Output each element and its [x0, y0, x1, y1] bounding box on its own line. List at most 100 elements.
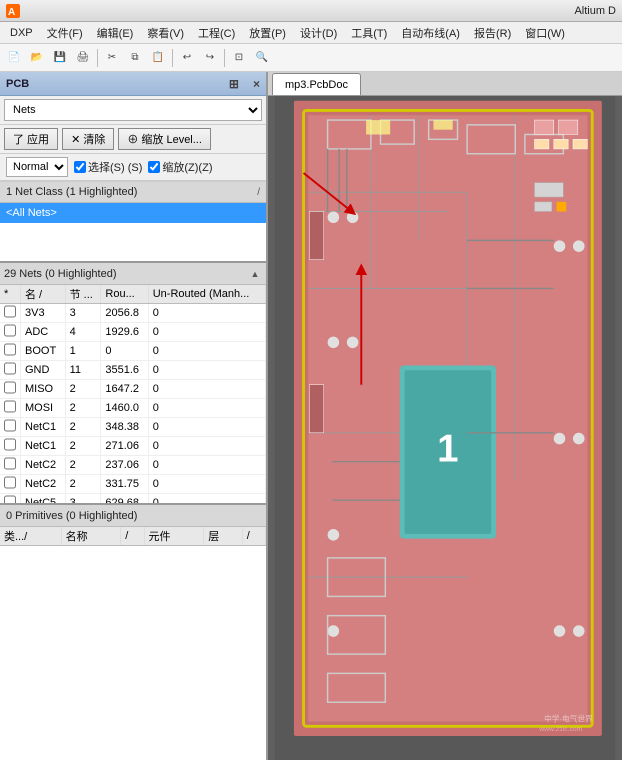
net-cell-unrouted: 0	[148, 418, 265, 437]
net-table-row[interactable]: NetC1 2 271.06 0	[0, 437, 266, 456]
panel-buttons-row: 了 应用 ✕ 清除 ⊕ 缩放 Level...	[0, 125, 266, 154]
toolbar-zoom-fit-btn[interactable]: ⊡	[228, 47, 250, 69]
net-table-row[interactable]: ADC 4 1929.6 0	[0, 323, 266, 342]
net-class-item-allnets[interactable]: <All Nets>	[0, 203, 266, 223]
menu-autoroute[interactable]: 自动布线(A)	[395, 23, 466, 43]
net-cell-name: MISO	[21, 380, 66, 399]
primitives-header: 0 Primitives (0 Highlighted)	[0, 505, 266, 527]
net-table-row[interactable]: MISO 2 1647.2 0	[0, 380, 266, 399]
net-cell-name: NetC2	[21, 475, 66, 494]
apply-button[interactable]: 了 应用	[4, 128, 58, 150]
net-table-row[interactable]: GND 11 3551.6 0	[0, 361, 266, 380]
toolbar-paste-btn[interactable]: 📋	[147, 47, 169, 69]
net-cell-check[interactable]	[0, 475, 21, 494]
panel-type-select[interactable]: Nets Components Layers	[4, 99, 262, 121]
net-cell-nodes: 2	[65, 380, 101, 399]
net-cell-nodes: 4	[65, 323, 101, 342]
select-checkbox-label[interactable]: 选择(S) (S)	[74, 159, 142, 175]
net-table-row[interactable]: 3V3 3 2056.8 0	[0, 304, 266, 323]
menu-tools[interactable]: 工具(T)	[345, 23, 393, 43]
nets-scroll-up[interactable]: ▲	[248, 269, 262, 279]
col-nodes: 节 ...	[65, 285, 101, 304]
net-cell-check[interactable]	[0, 342, 21, 361]
toolbar-copy-btn[interactable]: ⧉	[124, 47, 146, 69]
toolbar-print-btn[interactable]: 🖨	[72, 47, 94, 69]
zoom-level-button[interactable]: ⊕ 缩放 Level...	[118, 128, 211, 150]
net-cell-check[interactable]	[0, 380, 21, 399]
panel-title-bar: PCB ⊞ ×	[0, 72, 266, 96]
menu-dxp[interactable]: DXP	[4, 25, 39, 41]
prim-col-name: 名称	[61, 527, 121, 546]
nets-table-wrapper[interactable]: * 名 / 节 ... Rou... Un-Routed (Manh... 3V…	[0, 285, 266, 505]
menu-project[interactable]: 工程(C)	[192, 23, 241, 43]
net-cell-routed: 331.75	[101, 475, 148, 494]
menu-view[interactable]: 察看(V)	[141, 23, 190, 43]
svg-text:A: A	[8, 7, 15, 18]
toolbar-new-btn[interactable]: 📄	[3, 47, 25, 69]
net-cell-routed: 348.38	[101, 418, 148, 437]
toolbar-undo-btn[interactable]: ↩	[176, 47, 198, 69]
toolbar-zoom-in-btn[interactable]: 🔍	[251, 47, 273, 69]
tab-pcbdoc[interactable]: mp3.PcbDoc	[272, 73, 361, 95]
net-cell-nodes: 2	[65, 475, 101, 494]
net-table-row[interactable]: NetC2 2 237.06 0	[0, 456, 266, 475]
menu-reports[interactable]: 报告(R)	[468, 23, 517, 43]
primitives-table: 类.../ 名称 / 元件 层 /	[0, 527, 266, 546]
mode-select[interactable]: Normal Mask Dim	[6, 157, 68, 177]
panel-close-btn[interactable]: ×	[253, 77, 260, 91]
primitives-table-wrapper[interactable]: 类.../ 名称 / 元件 层 /	[0, 527, 266, 760]
net-cell-name: NetC1	[21, 437, 66, 456]
menu-bar: DXP 文件(F) 编辑(E) 察看(V) 工程(C) 放置(P) 设计(D) …	[0, 22, 622, 44]
toolbar-save-btn[interactable]: 💾	[49, 47, 71, 69]
net-cell-nodes: 1	[65, 342, 101, 361]
nets-header-text: 29 Nets (0 Highlighted)	[4, 268, 117, 280]
net-table-row[interactable]: MOSI 2 1460.0 0	[0, 399, 266, 418]
toolbar-redo-btn[interactable]: ↪	[199, 47, 221, 69]
menu-file[interactable]: 文件(F)	[41, 23, 89, 43]
panel-pin-btn[interactable]: ⊞	[229, 77, 239, 91]
menu-edit[interactable]: 编辑(E)	[91, 23, 140, 43]
prim-col-slash: /	[121, 527, 144, 546]
net-cell-routed: 0	[101, 342, 148, 361]
net-cell-name: 3V3	[21, 304, 66, 323]
net-cell-unrouted: 0	[148, 399, 265, 418]
col-name: 名 /	[21, 285, 66, 304]
net-cell-unrouted: 0	[148, 437, 265, 456]
primitives-table-header-row: 类.../ 名称 / 元件 层 /	[0, 527, 266, 546]
main-layout: PCB ⊞ × Nets Components Layers 了 应用 ✕ 清除…	[0, 72, 622, 760]
select-checkbox[interactable]	[74, 161, 86, 173]
prim-col-layer: 层	[204, 527, 243, 546]
net-cell-routed: 237.06	[101, 456, 148, 475]
net-cell-unrouted: 0	[148, 361, 265, 380]
net-cell-check[interactable]	[0, 418, 21, 437]
toolbar-cut-btn[interactable]: ✂	[101, 47, 123, 69]
net-cell-name: NetC2	[21, 456, 66, 475]
net-cell-check[interactable]	[0, 304, 21, 323]
net-cell-unrouted: 0	[148, 323, 265, 342]
zoom-checkbox-label[interactable]: 缩放(Z)(Z)	[148, 159, 212, 175]
menu-place[interactable]: 放置(P)	[243, 23, 292, 43]
menu-design[interactable]: 设计(D)	[294, 23, 343, 43]
clear-button[interactable]: ✕ 清除	[62, 128, 114, 150]
net-table-row[interactable]: NetC2 2 331.75 0	[0, 475, 266, 494]
pcb-canvas: 1	[268, 96, 622, 760]
toolbar-open-btn[interactable]: 📂	[26, 47, 48, 69]
net-cell-check[interactable]	[0, 494, 21, 506]
zoom-checkbox[interactable]	[148, 161, 160, 173]
net-cell-check[interactable]	[0, 456, 21, 475]
net-cell-check[interactable]	[0, 399, 21, 418]
col-routed: Rou...	[101, 285, 148, 304]
net-cell-check[interactable]	[0, 361, 21, 380]
title-bar-text: Altium D	[24, 5, 616, 17]
net-table-row[interactable]: NetC1 2 348.38 0	[0, 418, 266, 437]
svg-text:1: 1	[437, 428, 458, 471]
net-class-list: <All Nets>	[0, 203, 266, 263]
net-cell-unrouted: 0	[148, 380, 265, 399]
menu-window[interactable]: 窗口(W)	[519, 23, 571, 43]
tab-bar: mp3.PcbDoc	[268, 72, 622, 96]
net-class-edit-btn[interactable]: /	[257, 187, 260, 198]
net-table-row[interactable]: BOOT 1 0 0	[0, 342, 266, 361]
net-cell-check[interactable]	[0, 323, 21, 342]
net-cell-check[interactable]	[0, 437, 21, 456]
net-table-row[interactable]: NetC5 3 629.68 0	[0, 494, 266, 506]
